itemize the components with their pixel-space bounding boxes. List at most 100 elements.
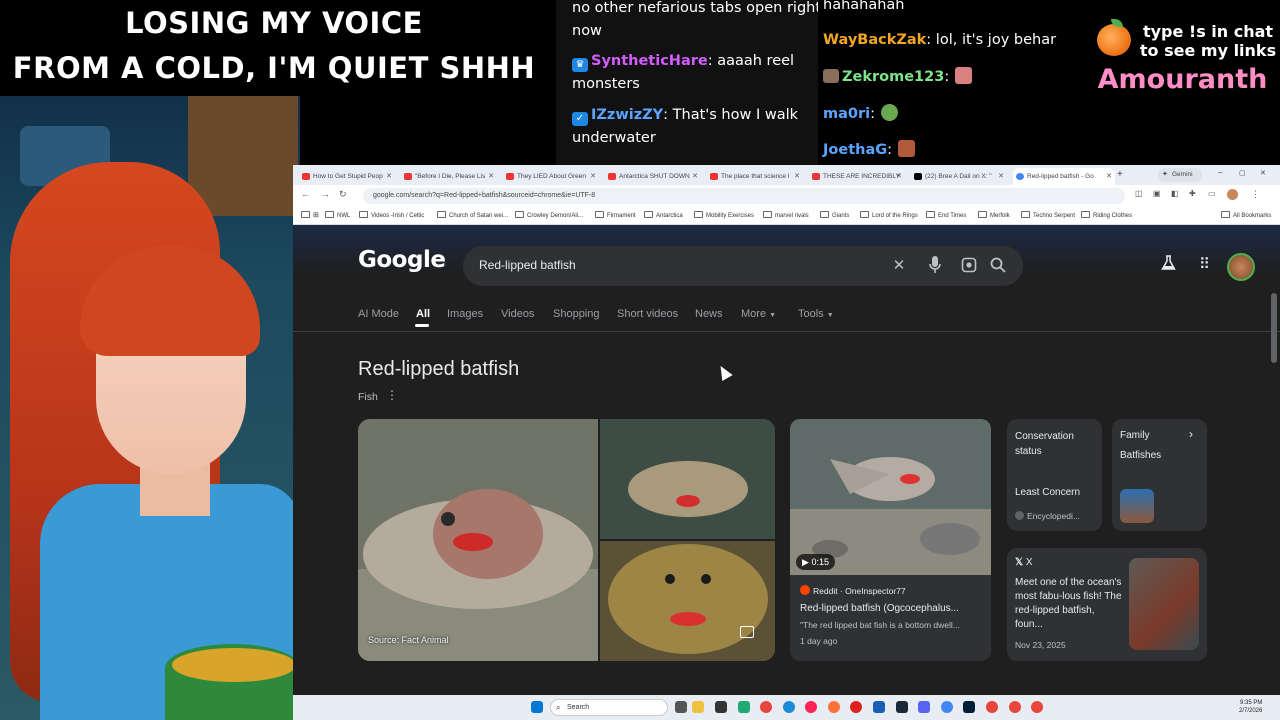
clear-icon[interactable]: ✕ xyxy=(889,256,909,274)
tab-tools[interactable]: Tools ▼ xyxy=(798,308,834,320)
bookmark[interactable]: Giants xyxy=(820,211,849,219)
family-card[interactable]: Family › Batfishes xyxy=(1112,419,1207,531)
chat-username[interactable]: ma0ri xyxy=(823,106,870,122)
image-icon[interactable] xyxy=(740,626,754,638)
bookmark[interactable]: Lord of the Rings xyxy=(860,211,918,219)
more-options-icon[interactable]: ⋮ xyxy=(386,388,398,402)
browser-tab[interactable]: They LIED About Green ✕ xyxy=(503,168,599,185)
chat-username[interactable]: JoethaG xyxy=(823,142,887,158)
bookmark[interactable]: End Times xyxy=(926,211,966,219)
reload-icon[interactable]: ↻ xyxy=(339,189,347,200)
split-view-icon[interactable]: ▭ xyxy=(1208,189,1216,198)
close-window-icon[interactable]: ✕ xyxy=(1260,169,1266,177)
search-icon[interactable] xyxy=(988,257,1008,277)
video-source[interactable]: Reddit · OneInspector77 xyxy=(800,585,906,596)
chrome-icon[interactable] xyxy=(941,701,953,713)
search-input[interactable]: Red-lipped batfish xyxy=(479,258,576,272)
tab-more[interactable]: More ▼ xyxy=(741,308,776,320)
close-tab-icon[interactable]: ✕ xyxy=(896,168,902,185)
image-collage[interactable]: Source: Fact Animal xyxy=(358,419,775,661)
bookmark[interactable]: Mobility Exercises xyxy=(694,211,754,219)
conservation-source[interactable]: Encyclopedi... xyxy=(1015,511,1080,521)
chrome-icon[interactable] xyxy=(760,701,772,713)
chat-username[interactable]: Zekrome123 xyxy=(842,69,944,85)
search-box[interactable]: Red-lipped batfish ✕ xyxy=(463,246,1023,286)
video-result-card[interactable]: ▶ 0:15 Reddit · OneInspector77 Red-lippe… xyxy=(790,419,991,661)
chevron-right-icon[interactable]: › xyxy=(1189,427,1193,441)
opera-icon[interactable] xyxy=(850,701,862,713)
steam-icon[interactable] xyxy=(896,701,908,713)
taskbar-search[interactable]: ⌕ Search xyxy=(550,699,668,716)
chrome-icon[interactable] xyxy=(1031,701,1043,713)
close-tab-icon[interactable]: ✕ xyxy=(1106,168,1112,185)
bookmark[interactable]: Videos -Irish / Celtic xyxy=(359,211,424,219)
x-post-source[interactable]: 𝕏 X xyxy=(1015,557,1033,568)
chrome-icon[interactable] xyxy=(1009,701,1021,713)
tab-videos[interactable]: Videos xyxy=(501,308,534,320)
bookmark[interactable]: marvel rivals xyxy=(763,211,809,219)
new-tab-icon[interactable]: + xyxy=(1117,169,1123,180)
extensions-puzzle-icon[interactable]: ✚ xyxy=(1189,189,1196,198)
firefox-icon[interactable] xyxy=(828,701,840,713)
close-tab-icon[interactable]: ✕ xyxy=(794,168,800,185)
close-tab-icon[interactable]: ✕ xyxy=(590,168,596,185)
browser-tab[interactable]: How to Get Stupid Peop ✕ xyxy=(299,168,395,185)
close-tab-icon[interactable]: ✕ xyxy=(386,168,392,185)
menu-icon[interactable]: ⋮ xyxy=(1251,189,1260,200)
tab-short-videos[interactable]: Short videos xyxy=(617,308,678,320)
extension-icon[interactable]: ▣ xyxy=(1153,189,1161,198)
video-title[interactable]: Red-lipped batfish (Ogcocephalus... xyxy=(800,601,959,616)
tab-shopping[interactable]: Shopping xyxy=(553,308,600,320)
maximize-icon[interactable]: ▢ xyxy=(1239,169,1246,177)
google-logo[interactable]: Google xyxy=(358,247,446,273)
tab-images[interactable]: Images xyxy=(447,308,483,320)
minimize-icon[interactable]: – xyxy=(1218,168,1222,177)
discord-icon[interactable] xyxy=(918,701,930,713)
browser-tab[interactable]: "Before I Die, Please Lis ✕ xyxy=(401,168,497,185)
close-tab-icon[interactable]: ✕ xyxy=(998,168,1004,185)
bookmark[interactable]: Firmament xyxy=(595,211,636,219)
close-tab-icon[interactable]: ✕ xyxy=(488,168,494,185)
tab-news[interactable]: News xyxy=(695,308,723,320)
extension-icon[interactable]: ◧ xyxy=(1171,189,1179,198)
all-bookmarks[interactable]: All Bookmarks xyxy=(1221,211,1271,219)
browser-tab[interactable]: Antarctica SHUT DOWN ✕ xyxy=(605,168,701,185)
bookmark[interactable]: Techno Serpent xyxy=(1021,211,1075,219)
photoshop-icon[interactable] xyxy=(963,701,975,713)
browser-tab[interactable]: THESE ARE INCREDIBLY ✕ xyxy=(809,168,905,185)
bookmark[interactable]: Church of Satan wei... xyxy=(437,211,508,219)
chat-username[interactable]: WayBackZak xyxy=(823,32,926,48)
microphone-icon[interactable] xyxy=(928,255,942,277)
x-post-card[interactable]: 𝕏 X Meet one of the ocean's most fabu-lo… xyxy=(1007,548,1207,661)
bookmark[interactable]: Crowley Demon/Ali... xyxy=(515,211,583,219)
browser-tab[interactable]: (22) Bree A Dail on X: " ✕ xyxy=(911,168,1007,185)
task-view-icon[interactable] xyxy=(675,701,687,713)
close-tab-icon[interactable]: ✕ xyxy=(692,168,698,185)
gemini-button[interactable]: ✦ Gemini xyxy=(1158,168,1202,182)
app-icon[interactable] xyxy=(738,701,750,713)
lens-icon[interactable] xyxy=(959,257,979,277)
taskbar-clock[interactable]: 9:35 PM 2/7/2026 xyxy=(1239,699,1262,715)
app-icon[interactable] xyxy=(873,701,885,713)
start-icon[interactable] xyxy=(531,701,543,713)
bookmark[interactable]: Merfolk xyxy=(978,211,1010,219)
bookmark[interactable]: Riding Clothes xyxy=(1081,211,1132,219)
tab-all[interactable]: All xyxy=(416,308,430,320)
bookmark[interactable]: NWL xyxy=(325,211,350,219)
profile-icon[interactable] xyxy=(1227,189,1238,200)
avatar[interactable] xyxy=(1227,253,1255,281)
back-icon[interactable]: ← xyxy=(301,189,310,199)
browser-tab[interactable]: The place that science l ✕ xyxy=(707,168,803,185)
edge-icon[interactable] xyxy=(783,701,795,713)
address-bar[interactable]: google.com/search?q=Red-lipped+batfish&s… xyxy=(363,188,1125,204)
tab-ai-mode[interactable]: AI Mode xyxy=(358,308,399,320)
file-explorer-icon[interactable] xyxy=(692,701,704,713)
app-icon[interactable] xyxy=(805,701,817,713)
bookmark[interactable]: Antarctica xyxy=(644,211,683,219)
chat-username[interactable]: IZzwizZY xyxy=(591,107,663,123)
extension-icon[interactable]: ◫ xyxy=(1135,189,1143,198)
browser-tab-active[interactable]: Red-lipped batfish - Go ✕ xyxy=(1013,168,1115,185)
forward-icon[interactable]: → xyxy=(321,189,330,199)
labs-flask-icon[interactable] xyxy=(1161,255,1176,276)
epic-games-icon[interactable] xyxy=(715,701,727,713)
